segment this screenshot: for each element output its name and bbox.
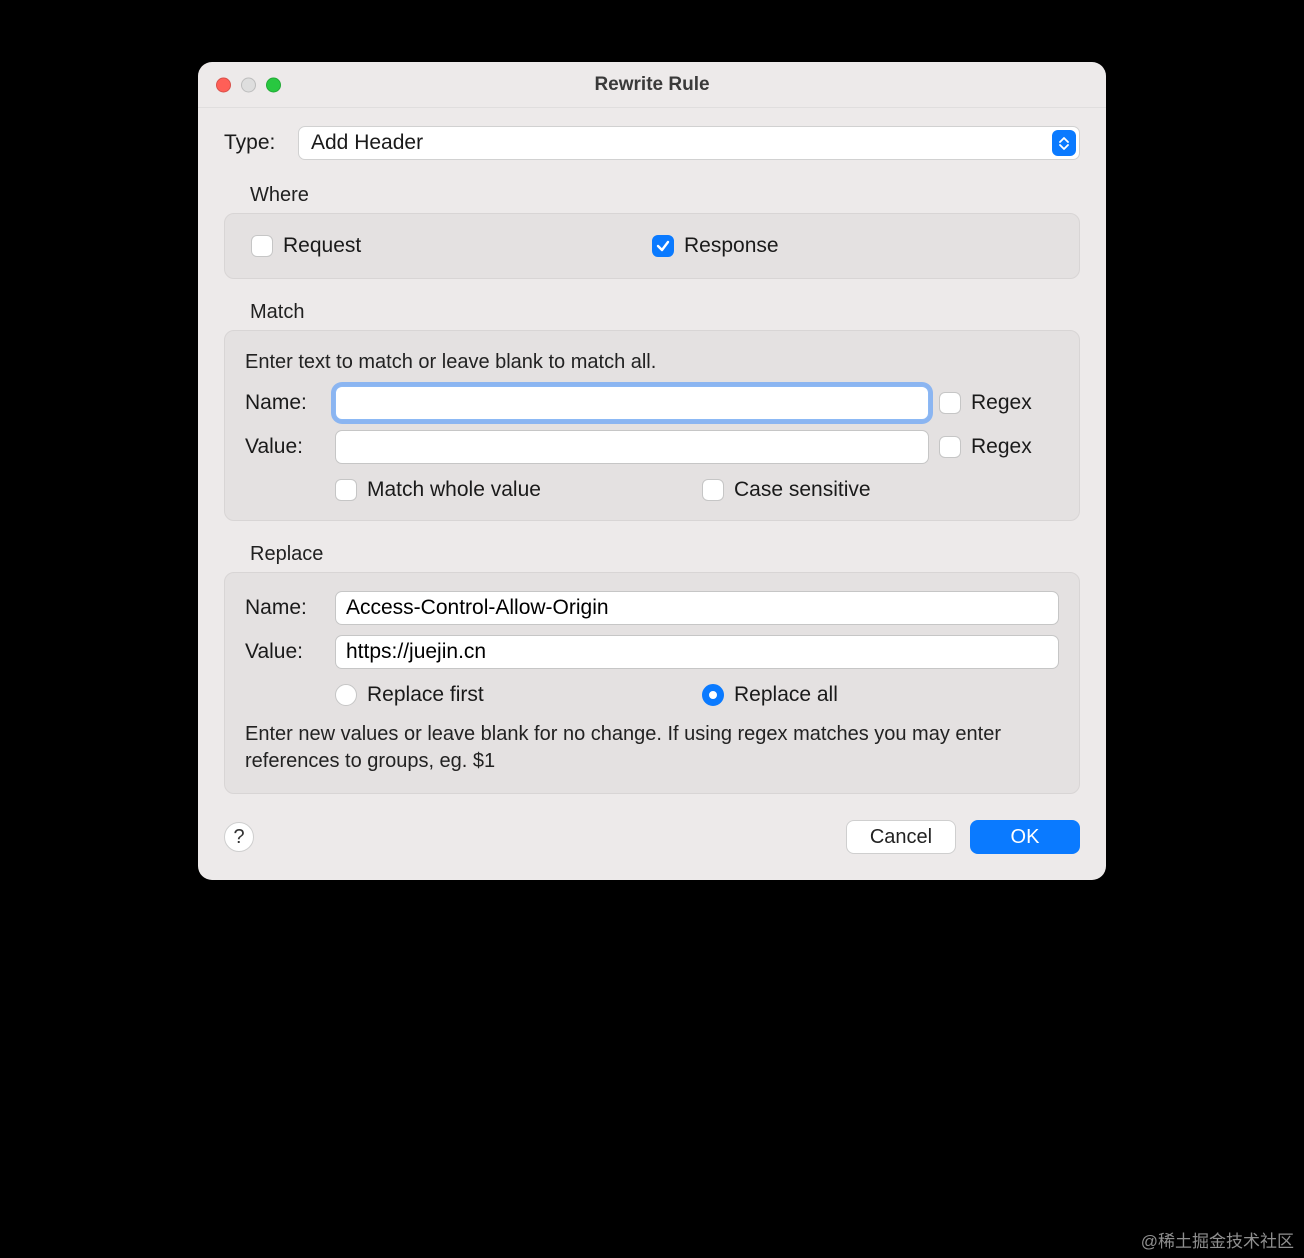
cancel-button-label: Cancel [870, 826, 932, 849]
replace-value-label: Value: [245, 640, 325, 664]
replace-all-row[interactable]: Replace all [702, 683, 1059, 707]
chevron-up-down-icon [1052, 130, 1076, 156]
dialog-footer: ? Cancel OK [224, 820, 1080, 854]
window-title: Rewrite Rule [198, 74, 1106, 96]
match-name-label: Name: [245, 391, 325, 415]
type-select[interactable]: Add Header [298, 126, 1080, 160]
help-icon: ? [233, 826, 244, 849]
match-name-input[interactable] [335, 386, 929, 420]
case-sensitive-checkbox[interactable] [702, 479, 724, 501]
match-name-regex-checkbox[interactable] [939, 392, 961, 414]
ok-button[interactable]: OK [970, 820, 1080, 854]
case-sensitive-label: Case sensitive [734, 478, 871, 502]
match-whole-label: Match whole value [367, 478, 541, 502]
request-checkbox-row[interactable]: Request [251, 234, 652, 258]
replace-all-label: Replace all [734, 683, 838, 707]
match-whole-row[interactable]: Match whole value [335, 478, 692, 502]
match-value-regex-checkbox[interactable] [939, 436, 961, 458]
match-value-regex-label: Regex [971, 435, 1032, 459]
replace-value-input[interactable] [335, 635, 1059, 669]
match-instruction: Enter text to match or leave blank to ma… [245, 349, 1059, 376]
replace-all-radio[interactable] [702, 684, 724, 706]
minimize-window-icon[interactable] [241, 77, 256, 92]
rewrite-rule-window: Rewrite Rule Type: Add Header Where Re [198, 62, 1106, 880]
match-value-regex-row[interactable]: Regex [939, 435, 1059, 459]
request-checkbox-label: Request [283, 234, 361, 258]
type-label: Type: [224, 131, 284, 155]
case-sensitive-row[interactable]: Case sensitive [702, 478, 1059, 502]
titlebar: Rewrite Rule [198, 62, 1106, 108]
dialog-body: Type: Add Header Where Request [198, 108, 1106, 880]
match-name-regex-label: Regex [971, 391, 1032, 415]
match-whole-checkbox[interactable] [335, 479, 357, 501]
match-section: Enter text to match or leave blank to ma… [224, 330, 1080, 521]
response-checkbox-label: Response [684, 234, 779, 258]
type-row: Type: Add Header [224, 126, 1080, 160]
request-checkbox[interactable] [251, 235, 273, 257]
match-name-regex-row[interactable]: Regex [939, 391, 1059, 415]
zoom-window-icon[interactable] [266, 77, 281, 92]
replace-section: Name: Value: Replace first Replace all E… [224, 572, 1080, 794]
ok-button-label: OK [1011, 826, 1040, 849]
replace-first-label: Replace first [367, 683, 484, 707]
match-value-label: Value: [245, 435, 325, 459]
match-value-input[interactable] [335, 430, 929, 464]
watermark: @稀土掘金技术社区 [1141, 1227, 1294, 1252]
replace-first-radio[interactable] [335, 684, 357, 706]
replace-name-label: Name: [245, 596, 325, 620]
close-window-icon[interactable] [216, 77, 231, 92]
response-checkbox[interactable] [652, 235, 674, 257]
traffic-lights [216, 77, 281, 92]
cancel-button[interactable]: Cancel [846, 820, 956, 854]
where-section: Request Response [224, 213, 1080, 279]
replace-section-label: Replace [250, 543, 1080, 566]
match-section-label: Match [250, 301, 1080, 324]
help-button[interactable]: ? [224, 822, 254, 852]
response-checkbox-row[interactable]: Response [652, 234, 1053, 258]
where-section-label: Where [250, 184, 1080, 207]
replace-help-text: Enter new values or leave blank for no c… [245, 721, 1059, 775]
replace-name-input[interactable] [335, 591, 1059, 625]
replace-first-row[interactable]: Replace first [335, 683, 692, 707]
type-select-value: Add Header [298, 126, 1080, 160]
